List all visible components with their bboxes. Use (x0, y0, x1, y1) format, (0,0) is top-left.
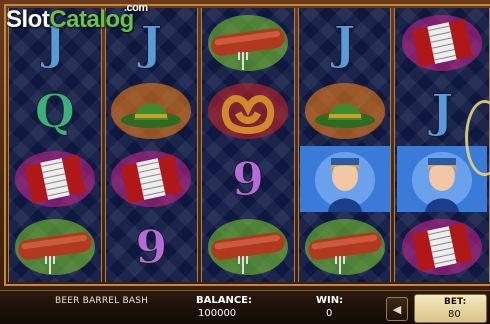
reel-4-symbol-1: J (299, 9, 391, 77)
reel-3-symbol-3: 9 (202, 145, 294, 213)
reel-1: JQ (8, 8, 102, 282)
reel-2-symbol-4: 9 (106, 213, 198, 281)
reel-5-symbol-4 (395, 213, 489, 281)
chevron-left-icon: ◀ (392, 302, 402, 316)
reel-2-symbol-2 (106, 77, 198, 145)
watermark-logo: SlotCatalog .com (6, 2, 148, 34)
bet-decrease-button[interactable]: ◀ (386, 297, 408, 321)
symbol-letter-J: J (333, 16, 356, 70)
balance-label: BALANCE: (196, 295, 253, 306)
reel-1-symbol-4 (9, 213, 101, 281)
reel-3-symbol-2 (202, 77, 294, 145)
reels-area: JQ J9 9 J J (8, 8, 490, 282)
reel-4-symbol-4 (299, 213, 391, 281)
reel-4-symbol-2 (299, 77, 391, 145)
reel-4: J (297, 8, 392, 282)
balance-value: 100000 (198, 308, 237, 319)
symbol-letter-Q: Q (34, 84, 75, 138)
reel-3: 9 (201, 8, 295, 282)
win-value: 0 (326, 308, 333, 319)
reel-5-symbol-1 (395, 9, 489, 77)
game-name: BEER BARREL BASH (55, 296, 149, 306)
reel-2-symbol-3 (106, 145, 198, 213)
reel-1-symbol-3 (9, 145, 101, 213)
symbol-letter-9: 9 (232, 152, 265, 206)
symbol-letter-J: J (140, 16, 163, 70)
reel-1-symbol-2: Q (9, 77, 101, 145)
reel-3-symbol-1 (202, 9, 294, 77)
reel-3-symbol-4 (202, 213, 294, 281)
bet-label: BET: (444, 297, 467, 307)
logo-part-1: Slot (6, 6, 50, 33)
reel-2: J9 (104, 8, 199, 282)
symbol-letter-9: 9 (135, 220, 168, 274)
logo-suffix: .com (124, 2, 148, 14)
bet-value: 80 (448, 309, 461, 320)
reel-4-symbol-3 (299, 145, 391, 213)
symbol-letter-J: J (431, 84, 454, 138)
win-label: WIN: (316, 295, 344, 306)
logo-part-2: Catalog (49, 6, 134, 33)
